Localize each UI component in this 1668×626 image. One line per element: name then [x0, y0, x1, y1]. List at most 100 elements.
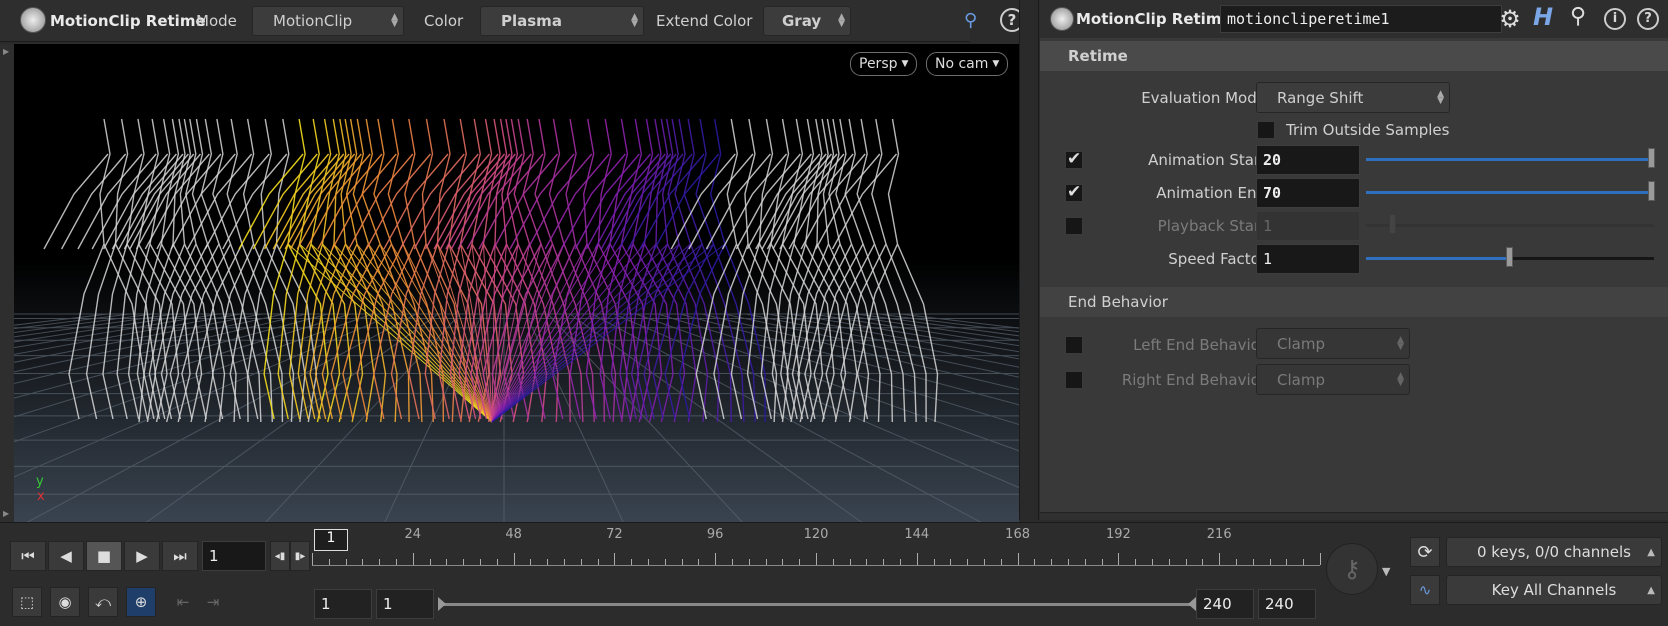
prev-key-icon[interactable]: ⇤: [170, 587, 196, 617]
timeline-tick: [715, 553, 717, 565]
animation-start-label: Animation Start: [1148, 151, 1266, 169]
gear-icon[interactable]: ⚙: [1496, 5, 1524, 33]
speed-factor-field[interactable]: 1: [1256, 244, 1360, 274]
evaluation-mode-value: Range Shift: [1277, 88, 1364, 107]
animation-start-field[interactable]: 20: [1256, 145, 1360, 175]
speed-factor-slider[interactable]: [1509, 257, 1654, 260]
trim-checkbox[interactable]: [1257, 121, 1275, 139]
timeline-tick: [328, 559, 330, 565]
select-tool-icon[interactable]: ⬚: [12, 587, 42, 617]
range-end-handle[interactable]: [1188, 597, 1196, 611]
range-end2-field[interactable]: 240: [1258, 589, 1316, 619]
display-options-icon[interactable]: ⚲: [964, 10, 990, 34]
timeline-tick: [463, 559, 465, 565]
pane-divider[interactable]: [1019, 0, 1039, 520]
timeline-tick: [429, 559, 431, 565]
step-forward-button[interactable]: ▮▸: [290, 541, 310, 571]
timeline-tick: [345, 559, 347, 565]
jump-end-button[interactable]: ⏭: [162, 541, 198, 571]
jump-start-button[interactable]: ⏮: [10, 541, 46, 571]
chevron-down-icon[interactable]: ▼: [1382, 565, 1390, 578]
axis-x-label: x: [37, 489, 45, 504]
section-end-header[interactable]: End Behavior: [1040, 287, 1668, 317]
playback-start-label: Playback Start: [1157, 217, 1266, 235]
playback-start-slider: [1366, 224, 1654, 227]
speed-factor-slider-fill: [1366, 257, 1509, 260]
section-retime-header[interactable]: Retime: [1040, 41, 1668, 71]
play-reverse-button[interactable]: ◀: [48, 541, 84, 571]
timeline-tick: [1202, 559, 1204, 565]
audio-icon[interactable]: ◉: [50, 587, 80, 617]
timeline-tick: [530, 559, 532, 565]
playback-start-checkbox[interactable]: [1065, 217, 1083, 235]
camera-button[interactable]: No cam ▼: [926, 52, 1009, 76]
timeline-tick: [312, 553, 313, 565]
left-end-checkbox[interactable]: [1065, 336, 1083, 354]
timeline-tick: [1068, 559, 1069, 565]
key-channels-dropdown[interactable]: Key All Channels ▲: [1446, 575, 1662, 605]
timeline-tick: [1000, 559, 1002, 565]
houdini-h-icon[interactable]: H: [1533, 3, 1553, 31]
info-icon[interactable]: i: [1604, 8, 1626, 30]
color-dropdown[interactable]: Plasma ▲ ▼: [480, 6, 644, 36]
sync-icon[interactable]: ⟳: [1410, 537, 1440, 567]
current-frame-marker[interactable]: 1: [314, 529, 348, 551]
range-slider[interactable]: [438, 603, 1190, 606]
section-end-title: End Behavior: [1068, 293, 1168, 311]
realtime-icon[interactable]: ⊕: [126, 587, 156, 617]
right-end-checkbox[interactable]: [1065, 371, 1083, 389]
animation-end-checkbox[interactable]: [1065, 182, 1083, 202]
pane-resize-handle[interactable]: [1040, 512, 1668, 520]
timeline-tick: [1236, 559, 1237, 565]
timeline-tick: [1051, 559, 1053, 565]
timeline-tick-label: 216: [1206, 527, 1232, 542]
question-icon[interactable]: ?: [1637, 8, 1659, 30]
timeline-tick: [1286, 559, 1288, 565]
chevron-down-icon: ▼: [901, 59, 909, 69]
extend-color-label: Extend Color: [656, 12, 753, 30]
timeline-ruler[interactable]: 24 48 72 96 120 144 168 192 216 1: [312, 523, 1321, 575]
current-frame-field[interactable]: 1: [202, 541, 266, 571]
timeline-tick: [513, 553, 515, 565]
range-start2-field[interactable]: 1: [376, 589, 434, 619]
animation-end-field[interactable]: 70: [1256, 178, 1360, 208]
timeline-tick: [480, 559, 481, 565]
speed-factor-slider-thumb[interactable]: [1506, 247, 1513, 267]
range-end-field[interactable]: 240: [1196, 589, 1254, 619]
evaluation-mode-dropdown[interactable]: Range Shift ▲ ▼: [1256, 82, 1450, 113]
viewport[interactable]: Persp ▼ No cam ▼ y x: [14, 44, 1019, 524]
timeline-tick: [362, 559, 364, 565]
animation-end-slider[interactable]: [1366, 191, 1654, 194]
channel-curve-icon[interactable]: ∿: [1410, 575, 1440, 605]
extend-color-dropdown[interactable]: Gray ▲ ▼: [763, 6, 851, 36]
keys-status-label: 0 keys, 0/0 channels: [1477, 543, 1631, 561]
timeline-tick: [564, 559, 565, 565]
timeline-tick-label: 120: [803, 527, 829, 542]
stop-button[interactable]: ■: [86, 541, 122, 571]
animation-start-slider-thumb[interactable]: [1648, 148, 1655, 168]
range-start-handle[interactable]: [438, 597, 446, 611]
next-key-icon[interactable]: ⇥: [200, 587, 226, 617]
play-button[interactable]: ▶: [124, 541, 160, 571]
timeline-tick-label: 72: [606, 527, 623, 542]
extend-color-value: Gray: [782, 12, 822, 30]
timeline-tick: [748, 559, 750, 565]
loop-icon[interactable]: ⤺: [88, 587, 118, 617]
range-start-field[interactable]: 1: [314, 589, 372, 619]
animation-start-checkbox[interactable]: [1065, 149, 1083, 169]
left-end-value: Clamp: [1277, 334, 1325, 353]
search-icon[interactable]: ⚲: [1570, 4, 1586, 29]
key-icon-button[interactable]: ⚷: [1326, 543, 1378, 595]
section-retime-title: Retime: [1068, 47, 1128, 65]
persp-button[interactable]: Persp ▼: [850, 52, 918, 76]
animation-end-slider-thumb[interactable]: [1648, 181, 1655, 201]
playbar: ⏮ ◀ ■ ▶ ⏭ 1 ◂▮ ▮▸ 24 48 72 96 120 144 168 192 21…: [0, 522, 1668, 626]
timeline-tick: [681, 559, 683, 565]
node-name-field[interactable]: motioncliperetime1: [1220, 5, 1502, 33]
param-node-type: MotionClip Retime: [1076, 10, 1232, 28]
mode-dropdown[interactable]: MotionClip ▲ ▼: [252, 6, 404, 36]
evaluation-mode-label: Evaluation Mode: [1141, 89, 1266, 107]
keys-status-field[interactable]: 0 keys, 0/0 channels ▲: [1446, 537, 1662, 567]
animation-start-slider[interactable]: [1366, 158, 1654, 161]
step-back-button[interactable]: ◂▮: [270, 541, 290, 571]
